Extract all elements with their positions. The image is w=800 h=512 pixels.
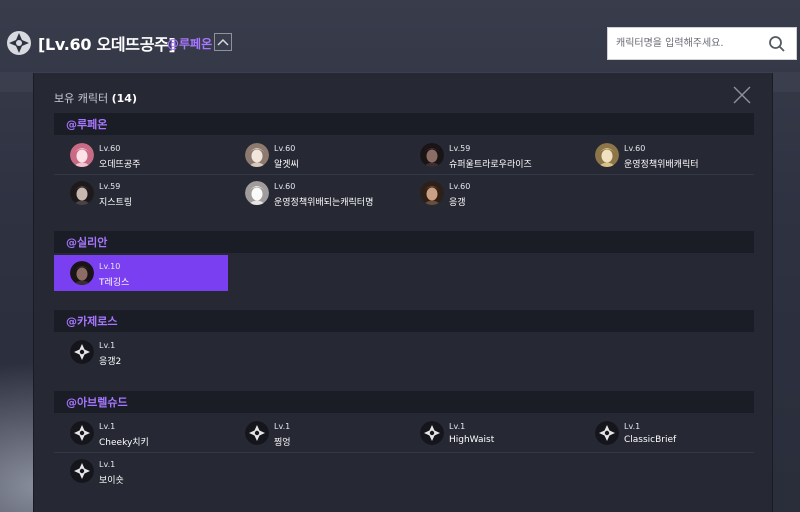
character-level: Lv.1 bbox=[449, 422, 466, 431]
server-section: @카제로스 Lv.1 응갱2 bbox=[54, 310, 754, 374]
character-portrait-avatar bbox=[70, 181, 94, 205]
server-section: @실리안 Lv.10 T레깅스 bbox=[54, 231, 754, 295]
character-level: Lv.60 bbox=[449, 182, 471, 191]
character-name: 찡엉 bbox=[274, 438, 291, 448]
character-count: (14) bbox=[111, 92, 137, 105]
character-item[interactable]: Lv.1 Cheeky치키 bbox=[54, 415, 228, 451]
modal-title: 보유 캐릭터 (14) bbox=[54, 90, 137, 106]
character-portrait-avatar bbox=[70, 261, 94, 285]
game-emblem-icon bbox=[7, 31, 31, 55]
character-level: Lv.1 bbox=[99, 460, 116, 469]
server-section-header: @카제로스 bbox=[54, 310, 754, 332]
character-name: 지스트링 bbox=[99, 198, 133, 208]
character-item[interactable]: Lv.1 HighWaist bbox=[404, 415, 578, 451]
character-level: Lv.60 bbox=[274, 144, 296, 153]
character-item[interactable]: Lv.60 오데뜨공주 bbox=[54, 137, 228, 173]
character-name: ClassicBrief bbox=[624, 435, 677, 445]
server-section-header: @루페온 bbox=[54, 113, 754, 135]
character-name: Cheeky치키 bbox=[99, 438, 149, 448]
character-name: 슈퍼울트라로우라이즈 bbox=[449, 160, 532, 170]
emblem-avatar-icon bbox=[420, 421, 444, 445]
character-grid: Lv.1 Cheeky치키 Lv.1 찡엉 Lv.1 HighWaist Lv.1 Class… bbox=[54, 413, 754, 493]
server-section: @루페온 Lv.60 오데뜨공주 Lv.60 알겟씨 Lv.59 슈퍼울트라로우라이즈 Lv.… bbox=[54, 113, 754, 215]
character-grid: Lv.60 오데뜨공주 Lv.60 알겟씨 Lv.59 슈퍼울트라로우라이즈 Lv.60 운영… bbox=[54, 135, 754, 215]
character-name: 운영정책위배캐릭터 bbox=[624, 160, 699, 170]
character-portrait-avatar bbox=[420, 181, 444, 205]
emblem-avatar-icon bbox=[595, 421, 619, 445]
character-item[interactable]: Lv.10 T레깅스 bbox=[54, 255, 228, 291]
character-item[interactable]: Lv.59 슈퍼울트라로우라이즈 bbox=[404, 137, 578, 173]
row-divider bbox=[54, 452, 754, 453]
search-box bbox=[607, 27, 797, 60]
character-portrait-avatar bbox=[245, 143, 269, 167]
row-divider bbox=[54, 174, 754, 175]
server-section: @아브렐슈드 Lv.1 Cheeky치키 Lv.1 찡엉 Lv.1 HighWaist Lv.… bbox=[54, 391, 754, 493]
close-icon[interactable] bbox=[732, 85, 752, 105]
character-level: Lv.60 bbox=[624, 144, 646, 153]
character-item[interactable]: Lv.59 지스트링 bbox=[54, 175, 228, 211]
emblem-avatar-icon bbox=[70, 459, 94, 483]
character-portrait-avatar bbox=[245, 181, 269, 205]
character-name: T레깅스 bbox=[99, 278, 130, 288]
current-character-title: [Lv.60 오데뜨공주] bbox=[38, 35, 176, 54]
character-name: HighWaist bbox=[449, 435, 495, 445]
character-level: Lv.59 bbox=[99, 182, 121, 191]
emblem-avatar-icon bbox=[70, 421, 94, 445]
character-name: 운영정책위배되는캐릭터명 bbox=[274, 198, 374, 208]
emblem-avatar-icon bbox=[245, 421, 269, 445]
character-name: 오데뜨공주 bbox=[99, 160, 141, 170]
character-item[interactable]: Lv.1 ClassicBrief bbox=[579, 415, 753, 451]
character-portrait-avatar bbox=[595, 143, 619, 167]
header: [Lv.60 오데뜨공주] @루페온 bbox=[0, 0, 800, 72]
character-list-toggle-button[interactable] bbox=[214, 33, 232, 51]
character-portrait-avatar bbox=[70, 143, 94, 167]
character-item[interactable]: Lv.60 응갱 bbox=[404, 175, 578, 211]
search-icon[interactable] bbox=[768, 35, 786, 53]
character-item[interactable]: Lv.60 알겟씨 bbox=[229, 137, 403, 173]
character-level: Lv.1 bbox=[99, 422, 116, 431]
character-item[interactable]: Lv.1 응갱2 bbox=[54, 334, 228, 370]
character-level: Lv.59 bbox=[449, 144, 471, 153]
current-server-name: @루페온 bbox=[167, 37, 213, 51]
character-item[interactable]: Lv.60 운영정책위배되는캐릭터명 bbox=[229, 175, 403, 211]
modal-title-text: 보유 캐릭터 bbox=[54, 92, 109, 105]
character-portrait-avatar bbox=[420, 143, 444, 167]
chevron-up-icon bbox=[217, 38, 229, 46]
emblem-avatar-icon bbox=[70, 340, 94, 364]
character-level: Lv.60 bbox=[274, 182, 296, 191]
character-item[interactable]: Lv.60 운영정책위배캐릭터 bbox=[579, 137, 753, 173]
character-name: 응갱2 bbox=[99, 357, 122, 367]
search-input[interactable] bbox=[608, 28, 758, 59]
character-level: Lv.1 bbox=[274, 422, 291, 431]
character-level: Lv.1 bbox=[624, 422, 641, 431]
server-section-header: @실리안 bbox=[54, 231, 754, 253]
character-item[interactable]: Lv.1 찡엉 bbox=[229, 415, 403, 451]
character-name: 응갱 bbox=[449, 198, 466, 208]
character-item[interactable]: Lv.1 보이숏 bbox=[54, 453, 228, 489]
owned-characters-modal: 보유 캐릭터 (14) @루페온 Lv.60 오데뜨공주 Lv.60 알겟씨 Lv.59 슈… bbox=[33, 73, 773, 512]
server-section-header: @아브렐슈드 bbox=[54, 391, 754, 413]
character-name: 보이숏 bbox=[99, 476, 124, 486]
character-grid: Lv.1 응갱2 bbox=[54, 332, 754, 374]
character-level: Lv.60 bbox=[99, 144, 121, 153]
character-level: Lv.10 bbox=[99, 262, 121, 271]
character-level: Lv.1 bbox=[99, 341, 116, 350]
character-name: 알겟씨 bbox=[274, 160, 299, 170]
character-grid: Lv.10 T레깅스 bbox=[54, 253, 754, 295]
